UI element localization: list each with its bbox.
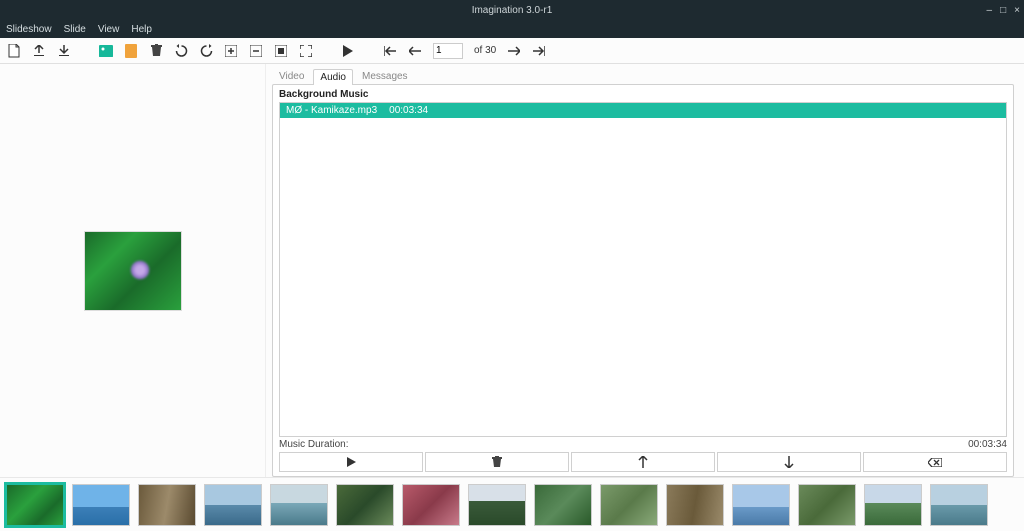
- slide-preview-image: [84, 231, 182, 311]
- rotate-left-icon[interactable]: [174, 44, 188, 58]
- slide-number-input[interactable]: [433, 43, 463, 59]
- thumbnail[interactable]: [336, 484, 394, 526]
- right-pane: Video Audio Messages Background Music MØ…: [266, 64, 1024, 477]
- music-move-up-button[interactable]: [571, 452, 715, 472]
- toolbar: of 30: [0, 38, 1024, 64]
- main-area: Video Audio Messages Background Music MØ…: [0, 64, 1024, 477]
- music-play-button[interactable]: [279, 452, 423, 472]
- rotate-right-icon[interactable]: [199, 44, 213, 58]
- thumbnail[interactable]: [204, 484, 262, 526]
- music-duration-label: Music Duration:: [279, 439, 348, 450]
- menu-bar: Slideshow Slide View Help: [0, 20, 1024, 38]
- thumbnail[interactable]: [600, 484, 658, 526]
- tab-audio[interactable]: Audio: [313, 69, 353, 85]
- thumbnail[interactable]: [732, 484, 790, 526]
- go-next-icon[interactable]: [507, 44, 521, 58]
- track-name: MØ - Kamikaze.mp3: [286, 105, 377, 116]
- thumbnail[interactable]: [270, 484, 328, 526]
- thumbnail[interactable]: [864, 484, 922, 526]
- side-tabs: Video Audio Messages: [272, 68, 1014, 84]
- new-slideshow-icon[interactable]: [7, 44, 21, 58]
- tab-messages[interactable]: Messages: [355, 68, 415, 84]
- fullscreen-icon[interactable]: [299, 44, 313, 58]
- open-icon[interactable]: [32, 44, 46, 58]
- thumbnail[interactable]: [6, 484, 64, 526]
- thumbnail[interactable]: [798, 484, 856, 526]
- thumbnail[interactable]: [138, 484, 196, 526]
- audio-panel: Background Music MØ - Kamikaze.mp3 00:03…: [272, 84, 1014, 477]
- title-bar: Imagination 3.0-r1 – □ ×: [0, 0, 1024, 20]
- music-button-row: [279, 452, 1007, 472]
- thumbnail[interactable]: [930, 484, 988, 526]
- background-music-label: Background Music: [279, 89, 1007, 100]
- thumbnail[interactable]: [468, 484, 526, 526]
- import-pictures-icon[interactable]: [99, 44, 113, 58]
- go-prev-icon[interactable]: [408, 44, 422, 58]
- thumbnail[interactable]: [72, 484, 130, 526]
- music-delete-button[interactable]: [425, 452, 569, 472]
- go-first-icon[interactable]: [383, 44, 397, 58]
- zoom-in-icon[interactable]: [224, 44, 238, 58]
- music-clear-button[interactable]: [863, 452, 1007, 472]
- music-duration-value: 00:03:34: [968, 439, 1007, 450]
- music-list[interactable]: MØ - Kamikaze.mp3 00:03:34: [279, 102, 1007, 437]
- tab-video[interactable]: Video: [272, 68, 311, 84]
- maximize-button[interactable]: □: [1000, 5, 1006, 16]
- delete-icon[interactable]: [149, 44, 163, 58]
- thumbnail-strip[interactable]: [0, 477, 1024, 531]
- play-icon[interactable]: [341, 44, 355, 58]
- menu-help[interactable]: Help: [131, 24, 152, 35]
- zoom-fit-icon[interactable]: [274, 44, 288, 58]
- menu-slide[interactable]: Slide: [64, 24, 86, 35]
- music-move-down-button[interactable]: [717, 452, 861, 472]
- window-title: Imagination 3.0-r1: [472, 5, 553, 16]
- music-list-item[interactable]: MØ - Kamikaze.mp3 00:03:34: [280, 103, 1006, 118]
- preview-pane: [0, 64, 266, 477]
- thumbnail[interactable]: [402, 484, 460, 526]
- thumbnail[interactable]: [534, 484, 592, 526]
- go-last-icon[interactable]: [532, 44, 546, 58]
- menu-slideshow[interactable]: Slideshow: [6, 24, 52, 35]
- menu-view[interactable]: View: [98, 24, 120, 35]
- import-music-icon[interactable]: [124, 44, 138, 58]
- zoom-out-icon[interactable]: [249, 44, 263, 58]
- track-length: 00:03:34: [389, 105, 428, 116]
- thumbnail[interactable]: [666, 484, 724, 526]
- minimize-button[interactable]: –: [987, 5, 993, 16]
- close-button[interactable]: ×: [1014, 5, 1020, 16]
- slide-total-label: of 30: [474, 45, 496, 56]
- save-icon[interactable]: [57, 44, 71, 58]
- duration-row: Music Duration: 00:03:34: [279, 437, 1007, 452]
- window-controls: – □ ×: [987, 0, 1020, 20]
